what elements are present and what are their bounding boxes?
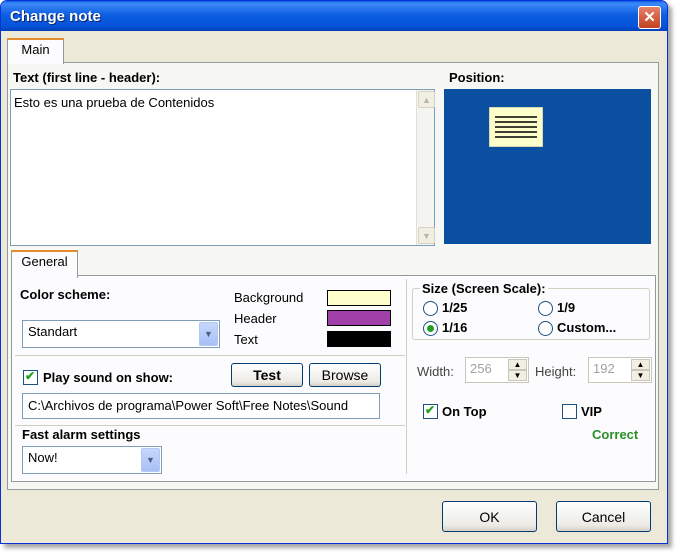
background-color-swatch[interactable]	[327, 290, 391, 306]
vip-label: VIP	[581, 404, 602, 419]
browse-sound-button[interactable]: Browse	[309, 363, 381, 387]
width-spinner[interactable]: 256 ▲ ▼	[465, 357, 529, 383]
chevron-down-icon[interactable]: ▼	[199, 322, 218, 346]
text-label: Text (first line - header):	[13, 70, 161, 85]
size-radio-1-25[interactable]	[423, 301, 438, 316]
size-option-1-25: 1/25	[442, 300, 468, 315]
size-radio-1-9[interactable]	[538, 301, 553, 316]
scroll-up-icon[interactable]: ▲	[418, 91, 435, 108]
title-bar[interactable]: Change note ✕	[1, 1, 667, 31]
on-top-checkbox[interactable]	[423, 403, 438, 419]
fast-alarm-label: Fast alarm settings	[22, 427, 141, 442]
color-scheme-label: Color scheme:	[20, 287, 111, 302]
size-radio-1-16[interactable]	[423, 321, 438, 336]
ok-button[interactable]: OK	[442, 501, 537, 532]
separator-line	[406, 279, 407, 474]
spin-up-icon[interactable]: ▲	[631, 359, 650, 370]
spin-down-icon[interactable]: ▼	[508, 370, 527, 381]
tab-main-label: Main	[21, 42, 50, 57]
note-text-area[interactable]: Esto es una prueba de Contenidos ▲ ▼	[10, 89, 435, 246]
window-title: Change note	[10, 8, 101, 25]
play-sound-label: Play sound on show:	[43, 370, 174, 385]
text-color-swatch[interactable]	[327, 331, 391, 347]
note-position-marker[interactable]	[489, 107, 543, 147]
chevron-down-icon[interactable]: ▼	[141, 448, 160, 472]
size-option-custom: Custom...	[557, 320, 617, 335]
play-sound-checkbox[interactable]	[23, 369, 38, 385]
status-text: Correct	[592, 427, 639, 442]
text-scrollbar[interactable]: ▲ ▼	[416, 90, 435, 245]
color-scheme-select[interactable]: Standart ▼	[22, 320, 220, 348]
browse-sound-label: Browse	[321, 367, 369, 383]
separator-line	[15, 425, 405, 426]
separator-line	[15, 355, 405, 356]
change-note-dialog: Change note ✕ Main Text (first line - he…	[0, 0, 668, 544]
position-preview[interactable]	[444, 89, 651, 244]
height-spinner[interactable]: 192 ▲ ▼	[588, 357, 652, 383]
text-color-label: Text	[234, 332, 258, 347]
tab-general-label: General	[21, 254, 68, 269]
header-color-label: Header	[234, 311, 277, 326]
spin-down-icon[interactable]: ▼	[631, 370, 650, 381]
header-color-swatch[interactable]	[327, 310, 391, 326]
sound-path-value: C:\Archivos de programa\Power Soft\Free …	[28, 398, 349, 413]
position-label: Position:	[449, 70, 505, 85]
ok-button-label: OK	[479, 508, 500, 525]
size-option-1-16: 1/16	[442, 320, 468, 335]
color-scheme-value: Standart	[28, 324, 78, 339]
vip-checkbox[interactable]	[562, 404, 577, 419]
tab-main[interactable]: Main	[7, 38, 64, 64]
fast-alarm-value: Now!	[28, 450, 58, 465]
width-label: Width:	[417, 364, 454, 379]
note-text-content: Esto es una prueba de Contenidos	[14, 95, 215, 110]
test-sound-label: Test	[253, 367, 281, 383]
fast-alarm-select[interactable]: Now! ▼	[22, 446, 162, 474]
size-label: Size (Screen Scale):	[420, 281, 548, 296]
cancel-button[interactable]: Cancel	[556, 501, 651, 532]
background-color-label: Background	[234, 290, 304, 305]
size-radio-custom[interactable]	[538, 321, 553, 336]
sound-path-input[interactable]: C:\Archivos de programa\Power Soft\Free …	[22, 393, 380, 419]
close-icon[interactable]: ✕	[638, 6, 661, 29]
spin-up-icon[interactable]: ▲	[508, 359, 527, 370]
on-top-label: On Top	[442, 404, 487, 419]
height-value: 192	[593, 361, 615, 376]
scroll-down-icon[interactable]: ▼	[418, 227, 435, 244]
tab-general[interactable]: General	[11, 250, 78, 278]
width-value: 256	[470, 361, 492, 376]
test-sound-button[interactable]: Test	[231, 363, 303, 387]
cancel-button-label: Cancel	[581, 508, 626, 525]
size-option-1-9: 1/9	[557, 300, 576, 315]
height-label: Height:	[535, 364, 577, 379]
